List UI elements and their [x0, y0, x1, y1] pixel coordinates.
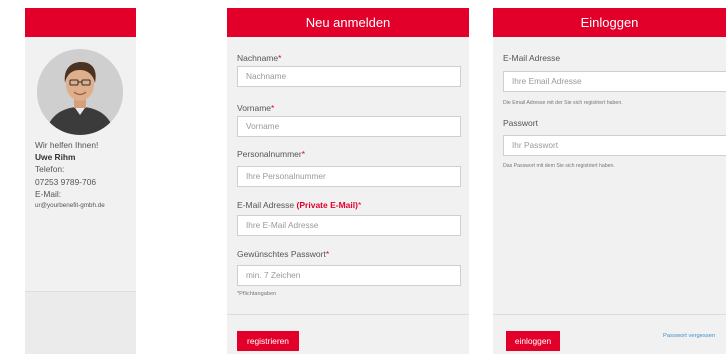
- register-button[interactable]: registrieren: [237, 331, 299, 351]
- register-footer-divider: [227, 314, 469, 315]
- password-input[interactable]: min. 7 Zeichen: [237, 265, 461, 286]
- contact-phone-label: Telefon:: [35, 164, 65, 175]
- email-label: E-Mail Adresse (Private E-Mail)*: [237, 200, 362, 210]
- password-label: Gewünschtes Passwort*: [237, 249, 330, 259]
- login-password-hint: Das Passwort mit dem Sie sich registrier…: [503, 163, 615, 169]
- login-email-input[interactable]: Ihre Email Adresse: [503, 71, 726, 92]
- contact-card-header: [25, 8, 136, 37]
- login-email-label: E-Mail Adresse: [503, 53, 561, 63]
- contact-name: Uwe Rihm: [35, 152, 76, 163]
- login-email-hint: Die Email Adresse mit der Sie sich regis…: [503, 100, 623, 106]
- lastname-input[interactable]: Nachname: [237, 66, 461, 87]
- contact-info: Wir helfen Ihnen! Uwe Rihm Telefon: 0725…: [35, 139, 105, 212]
- contact-phone: 07253 9789-706: [35, 176, 97, 187]
- contact-help-text: Wir helfen Ihnen!: [35, 140, 99, 150]
- login-button[interactable]: einloggen: [506, 331, 560, 351]
- contact-card-footer: [25, 291, 136, 354]
- login-title: Einloggen: [493, 8, 726, 37]
- firstname-label: Vorname*: [237, 103, 275, 113]
- firstname-input[interactable]: Vorname: [237, 116, 461, 137]
- avatar: [37, 49, 123, 135]
- login-footer-divider: [493, 314, 726, 315]
- lastname-label: Nachname*: [237, 53, 282, 63]
- personnel-number-input[interactable]: Ihre Personalnummer: [237, 166, 461, 187]
- register-title: Neu anmelden: [227, 8, 469, 37]
- login-panel: Einloggen E-Mail Adresse Ihre Email Adre…: [493, 8, 726, 354]
- contact-card: Wir helfen Ihnen! Uwe Rihm Telefon: 0725…: [25, 8, 136, 354]
- required-note: *Pflichtangaben: [237, 291, 277, 297]
- email-input[interactable]: Ihre E-Mail Adresse: [237, 215, 461, 236]
- login-password-label: Passwort: [503, 118, 538, 128]
- forgot-password-link[interactable]: Passwort vergessen: [663, 333, 715, 339]
- login-password-input[interactable]: Ihr Passwort: [503, 135, 726, 156]
- register-panel: Neu anmelden Nachname* Nachname Vorname*…: [227, 8, 469, 354]
- personnel-number-label: Personalnummer*: [237, 149, 306, 159]
- contact-email: ur@yourbenefit-gmbh.de: [35, 202, 105, 210]
- contact-email-label: E-Mail:: [35, 188, 62, 199]
